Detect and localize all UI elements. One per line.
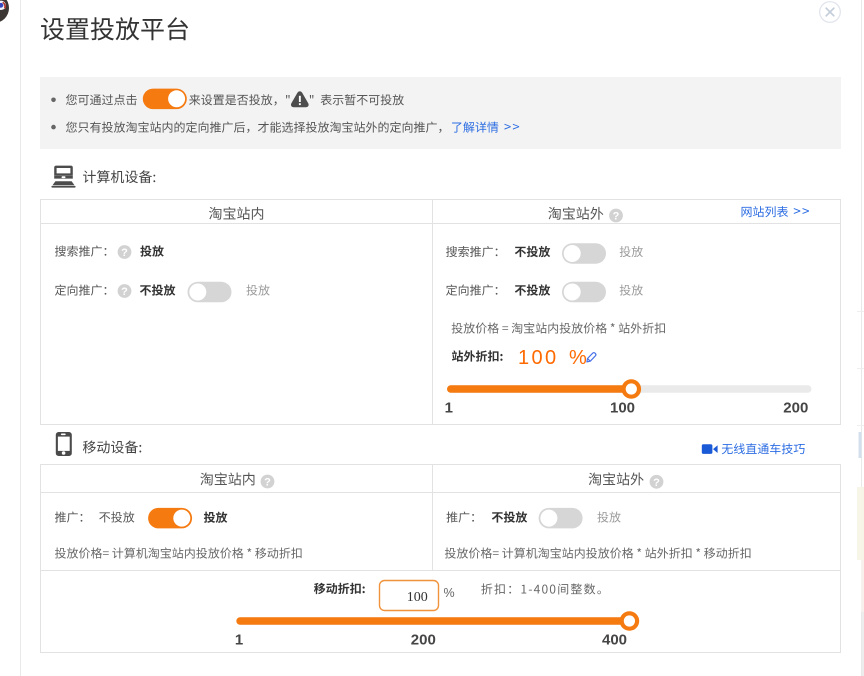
svg-text:100: 100 [518, 347, 559, 369]
svg-text:1: 1 [235, 632, 243, 649]
svg-text:200: 200 [783, 399, 808, 416]
svg-text:?: ? [121, 247, 128, 259]
svg-text:?: ? [121, 286, 128, 298]
svg-text:1: 1 [445, 399, 453, 416]
svg-text:400: 400 [602, 632, 627, 649]
svg-text:?: ? [264, 477, 271, 489]
svg-text:100: 100 [610, 399, 635, 416]
svg-text:200: 200 [411, 632, 436, 649]
svg-text:%: % [444, 586, 455, 600]
svg-text:?: ? [653, 477, 660, 489]
svg-text:100: 100 [407, 590, 428, 605]
svg-text:%: % [569, 347, 587, 369]
svg-text:?: ? [613, 211, 620, 223]
